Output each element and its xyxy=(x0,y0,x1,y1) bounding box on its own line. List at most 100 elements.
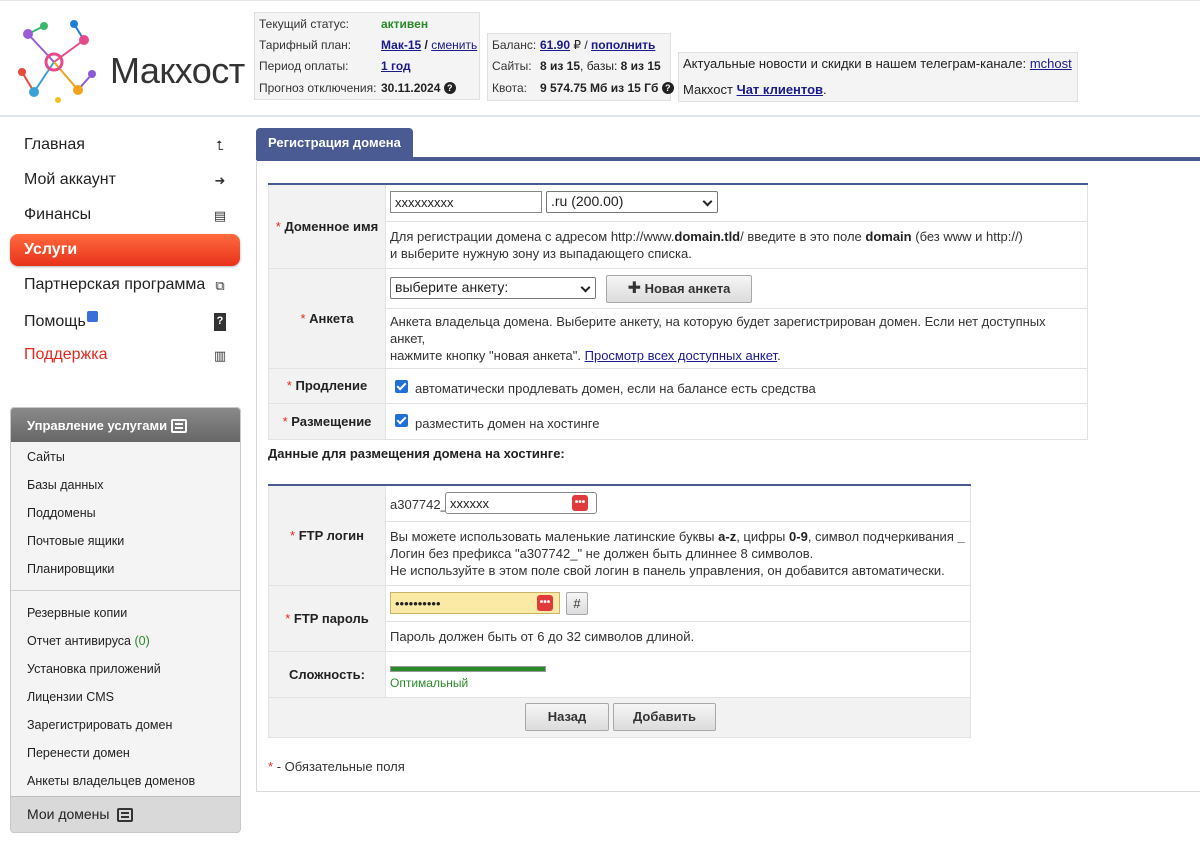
auto-renew-checkbox[interactable] xyxy=(395,379,408,393)
ftp-login-description: Вы можете использовать маленькие латинск… xyxy=(385,520,971,586)
plan-label: Тарифный план: xyxy=(259,38,352,52)
ftp-login-prefix: a307742_ xyxy=(390,497,448,512)
back-button[interactable]: Назад xyxy=(525,702,609,731)
menu-item-account[interactable]: Мой аккаунт ➜ xyxy=(10,165,240,197)
ftp-form-table: * FTP логин a307742_ xxxxxx ••• Вы может… xyxy=(268,484,971,738)
domain-zone-select[interactable]: .ru (200.00) xyxy=(546,191,718,213)
service-link-mailboxes[interactable]: Почтовые ящики xyxy=(27,534,124,548)
list-icon xyxy=(117,808,133,822)
period-link[interactable]: 1 год xyxy=(381,59,411,73)
forecast-label: Прогноз отключения: xyxy=(259,81,377,95)
support-icon: ▥ xyxy=(213,348,227,363)
currency-symbol: ₽ xyxy=(573,38,582,52)
antivirus-label: Отчет антивируса xyxy=(27,634,132,648)
forecast-value: 30.11.2024 xyxy=(381,81,441,95)
password-strength-fill xyxy=(391,666,545,671)
sites-value: 8 из 15 xyxy=(540,59,581,73)
service-link-app-install[interactable]: Установка приложений xyxy=(27,662,161,676)
hosting-cell: разместить домен на хостинге xyxy=(385,402,1088,440)
menu-item-finance[interactable]: Финансы ▤ xyxy=(10,200,240,232)
service-link-cms-licenses[interactable]: Лицензии CMS xyxy=(27,690,114,704)
menu-label: Поддержка xyxy=(24,346,108,363)
topup-link[interactable]: пополнить xyxy=(591,38,655,52)
service-link-databases[interactable]: Базы данных xyxy=(27,478,104,492)
partner-icon: ⧉ xyxy=(215,278,225,293)
required-fields-note: * - Обязательные поля xyxy=(268,759,405,774)
news-text: Актуальные новости и скидки в нашем теле… xyxy=(683,56,1027,71)
quota-help-icon[interactable]: ? xyxy=(661,82,674,94)
domain-zone-value: .ru (200.00) xyxy=(551,193,624,209)
help-question-icon[interactable]: ? xyxy=(443,82,456,94)
services-panel: Управление услугами Сайты Базы данных По… xyxy=(10,407,241,833)
balance-value-link[interactable]: 61.90 xyxy=(540,38,570,52)
domain-label: Доменное имя xyxy=(284,218,379,234)
menu-item-services[interactable]: Услуги xyxy=(10,234,240,266)
domain-label-cell: * Доменное имя xyxy=(268,183,386,269)
menu-label: Главная xyxy=(24,136,85,153)
domain-name-input[interactable]: xxxxxxxxx xyxy=(390,191,542,213)
anketa-label: Анкета xyxy=(309,310,354,326)
ftp-password-input[interactable]: •••••••••• xyxy=(390,591,560,614)
db-label: базы: xyxy=(586,59,618,73)
anketa-description: Анкета владельца домена. Выберите анкету… xyxy=(385,307,1088,369)
generate-password-button[interactable]: # xyxy=(566,591,588,615)
db-value: 8 из 15 xyxy=(620,59,661,73)
menu-label: Партнерская программа xyxy=(24,276,206,293)
anketa-select[interactable]: выберите анкету: xyxy=(390,276,596,299)
quota-label: Квота: xyxy=(492,81,528,95)
help-icon: ? xyxy=(214,313,226,331)
logo-text: Макхост xyxy=(110,50,245,91)
password-manager-icon[interactable]: ••• xyxy=(537,594,553,611)
host-domain-text: разместить домен на хостинге xyxy=(415,415,600,431)
menu-item-partner[interactable]: Партнерская программа ⧉ xyxy=(10,270,240,302)
ftp-login-label-cell: * FTP логин xyxy=(268,484,386,586)
domain-form-table: * Доменное имя xxxxxxxxx .ru (200.00) Дл… xyxy=(268,183,1088,440)
service-link-antivirus[interactable]: Отчет антивируса (0) xyxy=(27,634,150,648)
logo[interactable]: Макхост xyxy=(14,16,245,108)
my-domains-label: Мои домены xyxy=(27,806,110,822)
service-link-sites[interactable]: Сайты xyxy=(27,450,65,464)
service-link-transfer-domain[interactable]: Перенести домен xyxy=(27,746,130,760)
new-anketa-label: Новая анкета xyxy=(644,280,731,296)
user-icon: ➜ xyxy=(214,173,226,188)
services-panel-header[interactable]: Управление услугами xyxy=(11,408,240,442)
view-all-anketas-link[interactable]: Просмотр всех доступных анкет xyxy=(585,348,777,363)
menu-item-help[interactable]: Помощь ? xyxy=(10,305,240,337)
menu-label: Финансы xyxy=(24,206,92,223)
anketa-input-cell: выберите анкету: ✚ Новая анкета xyxy=(385,267,1088,309)
service-link-register-domain[interactable]: Зарегистрировать домен xyxy=(27,718,172,732)
new-anketa-button[interactable]: ✚ Новая анкета xyxy=(606,274,752,303)
auto-renew-text: автоматически продлевать домен, если на … xyxy=(415,380,816,396)
password-strength-bar xyxy=(390,665,546,672)
quota-value: 9 574.75 Мб из 15 Гб xyxy=(540,81,659,95)
home-arrow-icon: ⮤ xyxy=(216,138,224,153)
telegram-channel-link[interactable]: mchost xyxy=(1030,56,1072,71)
form-buttons-cell: Назад Добавить xyxy=(268,696,971,738)
brand-text: Макхост xyxy=(683,82,733,97)
anketa-label-cell: * Анкета xyxy=(268,267,386,369)
ftp-password-label-cell: * FTP пароль xyxy=(268,584,386,652)
external-link-icon xyxy=(86,311,98,322)
balance-box: Баланс: 61.90 ₽ / пополнить Сайты: 8 из 15… xyxy=(487,33,674,101)
plan-link[interactable]: Мак-15 xyxy=(381,38,421,52)
add-button[interactable]: Добавить xyxy=(613,702,716,731)
host-domain-checkbox[interactable] xyxy=(395,413,408,427)
tab-domain-registration[interactable]: Регистрация домена xyxy=(256,128,413,158)
service-link-backups[interactable]: Резервные копии xyxy=(27,606,127,620)
anketa-select-value: выберите анкету: xyxy=(395,278,509,295)
service-link-subdomains[interactable]: Поддомены xyxy=(27,506,96,520)
chevron-down-icon xyxy=(580,282,591,292)
menu-label: Мой аккаунт xyxy=(24,171,116,188)
password-manager-icon[interactable]: ••• xyxy=(572,495,588,511)
menu-label: Услуги xyxy=(24,241,78,258)
logo-graphic-icon xyxy=(18,20,96,103)
client-chat-link[interactable]: Чат клиентов xyxy=(737,82,823,97)
plan-change-link[interactable]: сменить xyxy=(431,38,477,52)
complexity-label-cell: Сложность: xyxy=(268,650,386,698)
service-link-owner-profiles[interactable]: Анкеты владельцев доменов xyxy=(27,774,195,788)
menu-item-support[interactable]: Поддержка ▥ xyxy=(10,340,240,372)
service-link-schedulers[interactable]: Планировщики xyxy=(27,562,114,576)
my-domains-footer[interactable]: Мои домены xyxy=(11,796,240,832)
plus-icon: ✚ xyxy=(627,279,641,297)
menu-item-home[interactable]: Главная ⮤ xyxy=(10,130,240,162)
